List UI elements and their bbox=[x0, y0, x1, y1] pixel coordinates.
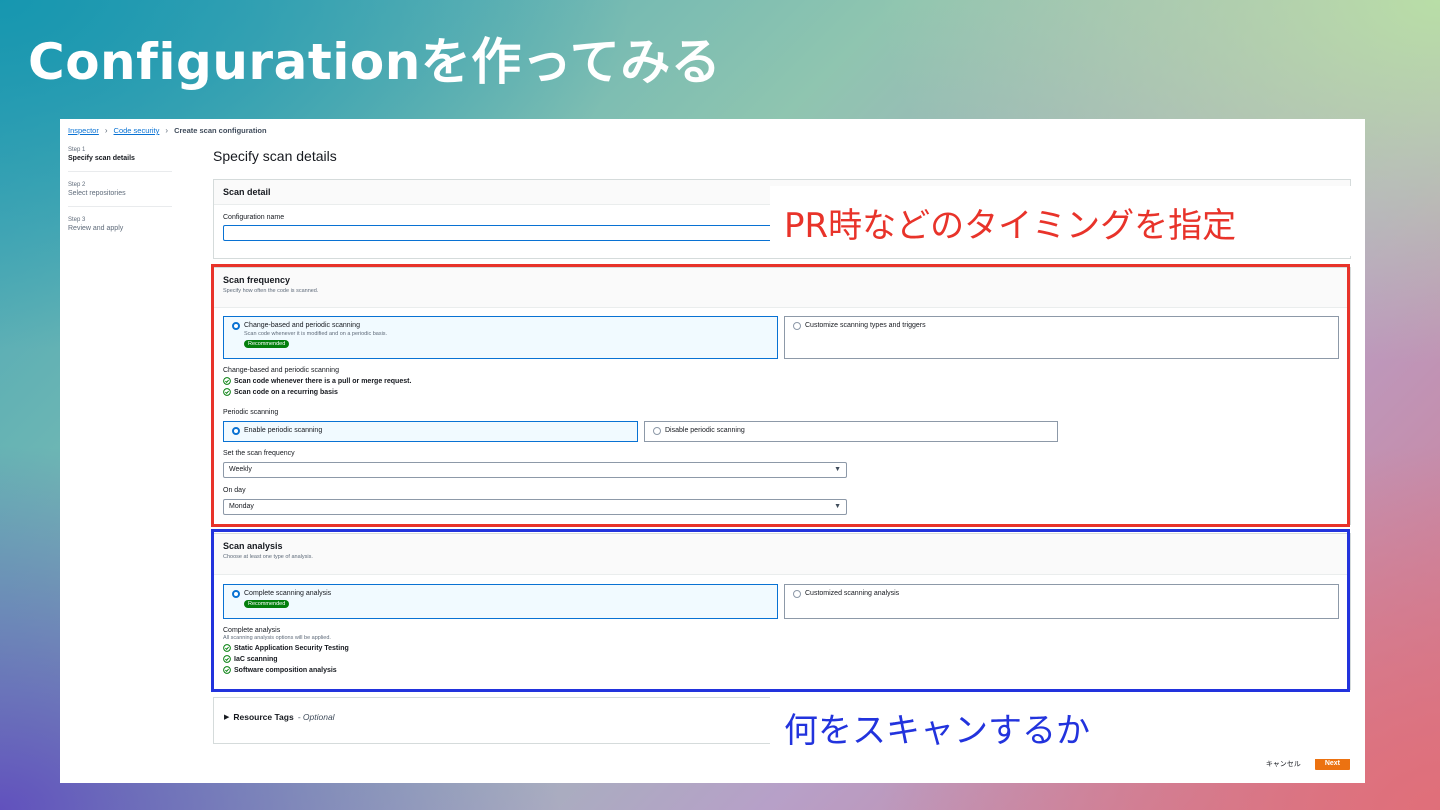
breadcrumb: Inspector › Code security › Create scan … bbox=[68, 126, 267, 135]
step-number: Step 2 bbox=[68, 182, 86, 188]
slide-title: Configurationを作ってみる bbox=[28, 33, 722, 91]
breadcrumb-current: Create scan configuration bbox=[174, 126, 267, 135]
step-name: Select repositories bbox=[68, 190, 126, 197]
annotation-callout-what: 何をスキャンするか bbox=[770, 695, 1355, 759]
caret-right-icon: ▶ bbox=[224, 714, 230, 721]
breadcrumb-code-security[interactable]: Code security bbox=[114, 126, 160, 135]
optional-label: - Optional bbox=[297, 712, 335, 722]
wizard-steps: Step 1 Specify scan details Step 2 Selec… bbox=[68, 147, 172, 251]
step-number: Step 3 bbox=[68, 217, 86, 223]
chevron-right-icon: › bbox=[165, 126, 169, 135]
step-name: Review and apply bbox=[68, 225, 124, 232]
annotation-callout-timing: PR時などのタイミングを指定 bbox=[770, 186, 1355, 256]
step-number: Step 1 bbox=[68, 147, 86, 153]
frequency-highlight-box bbox=[211, 264, 1350, 527]
resource-tags-title: Resource Tags bbox=[233, 712, 294, 722]
page-heading: Specify scan details bbox=[213, 148, 337, 164]
step-2[interactable]: Step 2 Select repositories bbox=[68, 182, 172, 207]
breadcrumb-inspector[interactable]: Inspector bbox=[68, 126, 99, 135]
step-name: Specify scan details bbox=[68, 155, 135, 162]
cancel-button[interactable]: キャンセル bbox=[1266, 759, 1301, 769]
analysis-highlight-box bbox=[211, 529, 1350, 692]
chevron-right-icon: › bbox=[104, 126, 108, 135]
step-1[interactable]: Step 1 Specify scan details bbox=[68, 147, 172, 172]
step-3[interactable]: Step 3 Review and apply bbox=[68, 217, 172, 241]
